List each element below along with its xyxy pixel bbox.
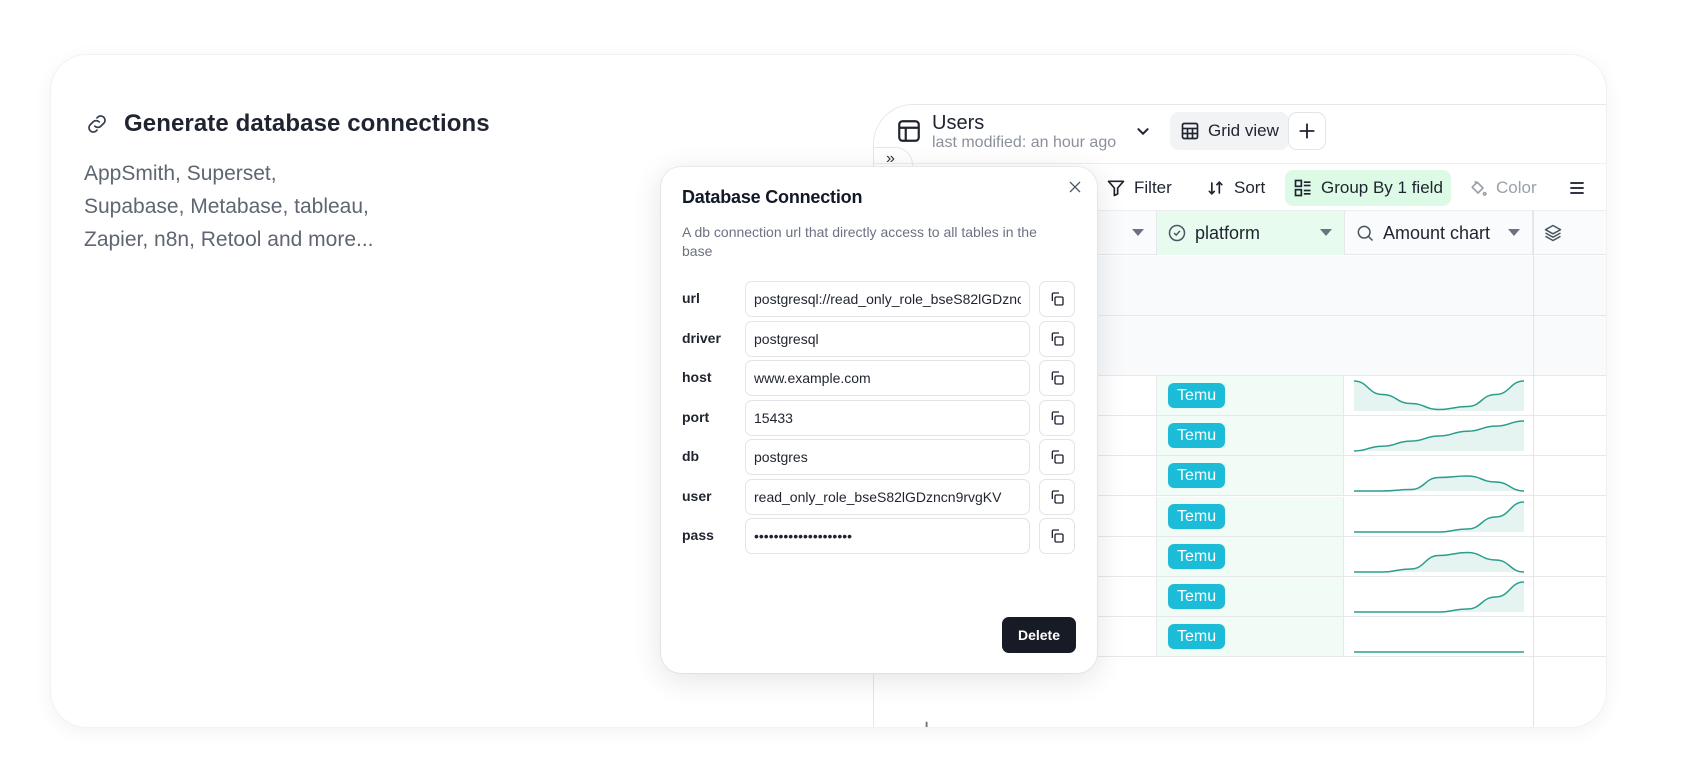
table-header: Users last modified: an hour ago Grid vi… <box>874 105 1606 159</box>
caret-down-icon[interactable] <box>1320 229 1332 236</box>
amount-sparkline <box>1354 475 1524 493</box>
amount-sparkline <box>1354 581 1524 613</box>
amount-sparkline <box>1354 551 1524 573</box>
copy-icon <box>1051 529 1064 543</box>
field-row-db: db <box>682 439 1082 475</box>
column-header-amount-chart[interactable]: Amount chart <box>1345 211 1533 255</box>
platform-cell[interactable]: Temu <box>1156 617 1344 657</box>
caret-down-icon[interactable] <box>1508 229 1520 236</box>
copy-button[interactable] <box>1039 360 1075 396</box>
port-field[interactable] <box>745 399 1030 436</box>
platform-tag: Temu <box>1168 543 1226 569</box>
pass-field[interactable] <box>745 518 1030 554</box>
copy-icon <box>1051 450 1064 464</box>
platform-cell[interactable]: Temu <box>1156 496 1344 536</box>
platform-tag: Temu <box>1168 383 1226 408</box>
modal-title: Database Connection <box>682 187 863 207</box>
grid-view-label: Grid view <box>1208 121 1279 140</box>
grid-view-button[interactable]: Grid view <box>1170 112 1289 150</box>
host-field[interactable] <box>745 360 1030 396</box>
group-by-button[interactable]: Group By 1 field <box>1285 170 1451 206</box>
url-field[interactable] <box>745 281 1030 317</box>
database-connection-modal: Database Connection A db connection url … <box>661 167 1097 673</box>
field-label: port <box>682 408 710 425</box>
column-header-platform[interactable]: platform <box>1157 211 1345 255</box>
more-menu-button[interactable] <box>1559 170 1595 206</box>
feature-header: Generate database connections <box>84 110 490 138</box>
platform-cell[interactable]: Temu <box>1156 577 1344 616</box>
add-field-header[interactable] <box>1533 211 1606 255</box>
paint-bucket-icon <box>1471 180 1487 196</box>
copy-button[interactable] <box>1039 439 1075 475</box>
copy-icon <box>1051 292 1064 306</box>
copy-button[interactable] <box>1039 518 1075 554</box>
platform-cell[interactable]: Temu <box>1156 456 1344 496</box>
hamburger-icon <box>1570 182 1584 194</box>
sort-button[interactable]: Sort <box>1198 170 1273 206</box>
sort-icon <box>1208 180 1223 196</box>
grid-icon <box>1181 122 1199 140</box>
field-row-pass: pass <box>682 518 1082 554</box>
platform-tag: Temu <box>1168 423 1226 449</box>
field-label: driver <box>682 329 721 346</box>
delete-button[interactable]: Delete <box>1001 617 1076 653</box>
copy-button[interactable] <box>1039 320 1075 357</box>
column-divider <box>1533 211 1534 727</box>
modal-description: A db connection url that directly access… <box>682 224 1037 259</box>
platform-cell[interactable]: Temu <box>1156 536 1344 576</box>
platform-tag: Temu <box>1168 584 1226 609</box>
field-row-url: url <box>682 281 1082 317</box>
copy-icon <box>1051 489 1064 504</box>
copy-button[interactable] <box>1039 281 1075 317</box>
last-modified: last modified: an hour ago <box>932 134 1117 151</box>
copy-icon <box>1051 410 1064 425</box>
platform-tag: Temu <box>1168 624 1226 650</box>
copy-icon <box>1051 331 1064 346</box>
table-icon <box>898 120 920 142</box>
field-row-user: user <box>682 478 1082 515</box>
plus-icon <box>1299 123 1315 139</box>
field-row-host: host <box>682 360 1082 396</box>
field-label: pass <box>682 527 714 543</box>
color-button[interactable]: Color <box>1460 170 1545 206</box>
caret-down-icon[interactable] <box>1132 229 1144 236</box>
filter-button[interactable]: Filter <box>1098 170 1180 206</box>
field-row-port: port <box>682 399 1082 436</box>
layers-icon <box>1544 224 1562 242</box>
field-row-driver: driver <box>682 320 1082 357</box>
driver-field[interactable] <box>745 320 1030 357</box>
single-select-icon <box>1168 224 1186 242</box>
field-label: host <box>682 369 712 385</box>
amount-sparkline <box>1354 420 1524 452</box>
link-icon <box>88 115 106 133</box>
db-field[interactable] <box>745 439 1030 475</box>
field-label: url <box>682 290 700 306</box>
add-view-button[interactable] <box>1288 112 1326 150</box>
amount-sparkline <box>1354 380 1524 411</box>
chevron-down-icon[interactable] <box>1132 120 1154 142</box>
amount-sparkline <box>1354 651 1524 653</box>
feature-description: AppSmith, Superset, Supabase, Metabase, … <box>84 162 374 251</box>
amount-sparkline <box>1354 500 1524 533</box>
feature-card: Generate database connections AppSmith, … <box>51 55 1606 727</box>
copy-button[interactable] <box>1039 399 1075 436</box>
platform-tag: Temu <box>1168 503 1226 529</box>
lookup-icon <box>1357 225 1374 242</box>
platform-cell[interactable]: Temu <box>1156 416 1344 456</box>
copy-button[interactable] <box>1039 478 1075 515</box>
user-field[interactable] <box>745 478 1030 515</box>
table-name[interactable]: Users <box>932 112 984 135</box>
close-icon[interactable] <box>1067 179 1083 195</box>
platform-cell[interactable]: Temu <box>1156 376 1344 415</box>
feature-title: Generate database connections <box>124 110 490 137</box>
field-label: db <box>682 448 700 464</box>
field-label: user <box>682 487 712 504</box>
platform-tag: Temu <box>1168 463 1226 489</box>
group-icon <box>1294 179 1311 197</box>
sparkline-area <box>1354 381 1524 411</box>
add-row-button[interactable]: + <box>919 715 934 727</box>
copy-icon <box>1051 371 1064 385</box>
filter-icon <box>1107 180 1125 197</box>
